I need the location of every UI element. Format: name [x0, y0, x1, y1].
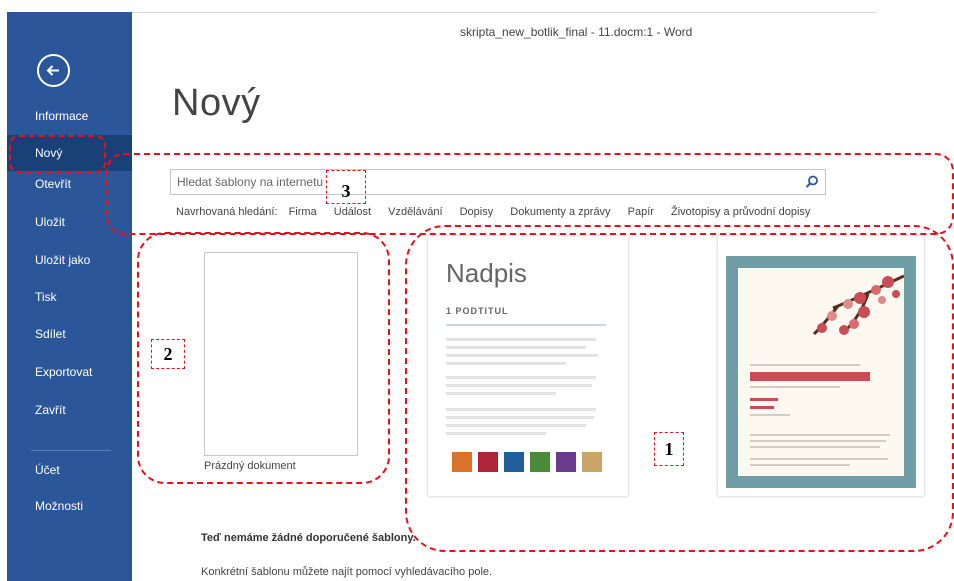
nav-item-tisk[interactable]: Tisk: [7, 279, 132, 315]
color-swatch: [530, 452, 550, 472]
event-text-line: [750, 414, 790, 416]
search-hint-text: Konkrétní šablonu můžete najít pomocí vy…: [201, 566, 493, 578]
nav-item-sdilet[interactable]: Sdílet: [7, 316, 132, 352]
suggested-searches: Navrhovaná hledání: Firma Událost Vzdělá…: [176, 206, 824, 222]
page-title: Nový: [172, 82, 261, 124]
color-swatch: [582, 452, 602, 472]
nav-item-zavrit[interactable]: Zavřít: [7, 392, 132, 428]
nav-item-otevrit[interactable]: Otevřít: [7, 166, 132, 202]
suggest-link-dopisy[interactable]: Dopisy: [460, 206, 494, 218]
search-button[interactable]: [803, 173, 821, 191]
template-nadpis[interactable]: Nadpis 1 PODTITUL: [428, 236, 628, 496]
annotation-label-2: 2: [151, 339, 185, 369]
template-text-line: [446, 346, 586, 349]
event-page: [738, 268, 904, 476]
template-text-line: [446, 432, 546, 435]
event-text-line: [750, 440, 886, 442]
event-text-line: [750, 434, 890, 436]
event-text-line: [750, 446, 880, 448]
nav-item-ulozit-jako[interactable]: Uložit jako: [7, 242, 132, 278]
back-button[interactable]: [37, 54, 70, 87]
template-text-line: [446, 338, 596, 341]
search-input[interactable]: [171, 170, 791, 194]
backstage-sidebar: Informace Nový Otevřít Uložit Uložit jak…: [7, 12, 132, 581]
template-text-line: [446, 362, 566, 365]
suggest-link-dokumenty[interactable]: Dokumenty a zprávy: [510, 206, 610, 218]
color-swatch: [452, 452, 472, 472]
annotation-label-3: 3: [326, 170, 366, 204]
title-bar-divider: [132, 12, 877, 13]
no-templates-message: Teď nemáme žádné doporučené šablony.: [201, 532, 416, 544]
suggested-searches-label: Navrhovaná hledání:: [176, 206, 278, 218]
color-swatch: [478, 452, 498, 472]
template-rule: [446, 324, 606, 326]
blank-document-template[interactable]: [204, 252, 358, 456]
color-swatch: [504, 452, 524, 472]
template-text-line: [446, 384, 592, 387]
nav-item-ucet[interactable]: Účet: [7, 452, 132, 488]
template-text-line: [446, 416, 594, 419]
nav-item-moznosti[interactable]: Možnosti: [7, 488, 132, 524]
suggest-link-zivotopisy[interactable]: Životopisy a průvodní dopisy: [671, 206, 810, 218]
suggest-link-udalost[interactable]: Událost: [334, 206, 371, 218]
template-search-box: [170, 169, 826, 195]
event-frame: [726, 256, 916, 488]
back-arrow-icon: [46, 65, 59, 76]
template-text-line: [446, 424, 586, 427]
nav-item-exportovat[interactable]: Exportovat: [7, 354, 132, 390]
suggest-link-firma[interactable]: Firma: [289, 206, 317, 218]
nav-item-informace[interactable]: Informace: [7, 98, 132, 134]
suggest-link-papir[interactable]: Papír: [628, 206, 654, 218]
template-nadpis-subheading: 1 PODTITUL: [446, 306, 509, 316]
event-text-line: [750, 386, 840, 388]
template-text-line: [446, 392, 556, 395]
annotation-label-1: 1: [654, 432, 684, 466]
event-text-line: [750, 364, 860, 366]
nav-separator: [31, 450, 111, 451]
cherry-blossom-branch-image: [812, 274, 904, 336]
event-detail-line: [750, 406, 774, 409]
search-icon: [805, 175, 818, 188]
template-event-flyer[interactable]: [718, 236, 924, 496]
template-text-line: [446, 354, 598, 357]
suggest-link-vzdelavani[interactable]: Vzdělávání: [388, 206, 442, 218]
template-text-line: [446, 376, 596, 379]
event-text-line: [750, 458, 888, 460]
event-title-block: [750, 372, 870, 381]
window-title: skripta_new_botlik_final - 11.docm:1 - W…: [460, 25, 693, 39]
blank-document-label: Prázdný dokument: [204, 460, 296, 472]
event-text-line: [750, 464, 850, 466]
event-detail-line: [750, 398, 778, 401]
template-text-line: [446, 408, 596, 411]
color-swatch: [556, 452, 576, 472]
nav-item-ulozit[interactable]: Uložit: [7, 204, 132, 240]
template-nadpis-heading: Nadpis: [446, 258, 527, 288]
